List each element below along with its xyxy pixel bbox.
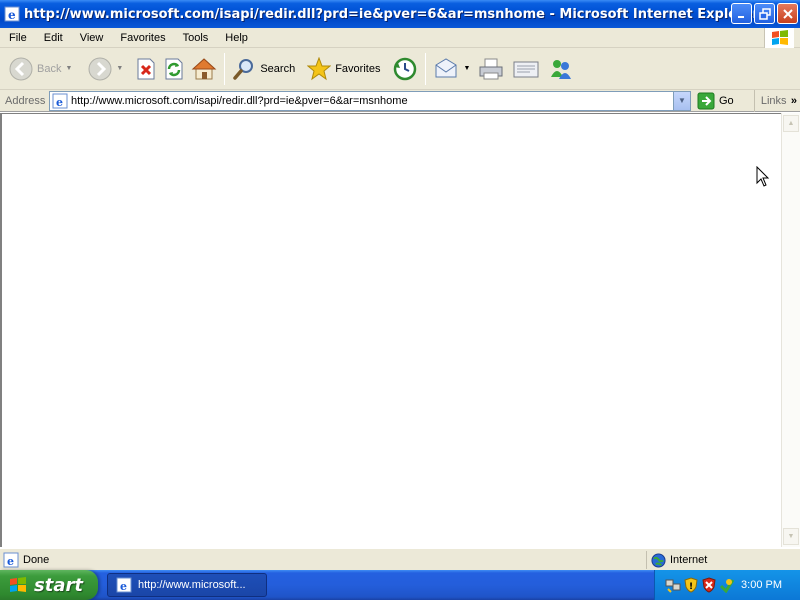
messenger-button[interactable]	[545, 51, 577, 87]
back-dropdown-icon[interactable]: ▼	[65, 65, 72, 72]
search-label: Search	[260, 62, 296, 75]
svg-text:e: e	[120, 580, 127, 593]
toolbar-separator	[425, 52, 427, 85]
security-zone: Internet	[646, 551, 800, 569]
restore-icon	[758, 7, 771, 20]
print-button[interactable]	[475, 51, 507, 87]
update-icon[interactable]	[719, 577, 735, 593]
windows-flag-icon	[771, 30, 788, 45]
close-icon	[782, 8, 793, 19]
security-alert-icon[interactable]	[701, 577, 717, 593]
status-bar: e Done Internet	[0, 548, 800, 570]
window-title: http://www.microsoft.com/isapi/redir.dll…	[24, 6, 759, 22]
start-label: start	[34, 574, 83, 596]
address-bar: Address e ▼ Go Links »	[0, 90, 800, 112]
svg-text:e: e	[8, 8, 16, 22]
svg-text:e: e	[56, 96, 63, 109]
favorites-label: Favorites	[335, 62, 381, 75]
address-label: Address	[5, 94, 46, 107]
minimize-icon	[737, 15, 744, 18]
links-label: Links	[760, 95, 787, 107]
links-toolbar[interactable]: Links »	[753, 90, 800, 112]
edit-document-icon	[513, 61, 539, 77]
menu-file[interactable]: File	[0, 32, 35, 44]
mail-icon	[435, 57, 457, 77]
globe-icon	[651, 552, 666, 568]
svg-text:!: !	[689, 582, 693, 592]
chevron-right-icon[interactable]: »	[791, 95, 797, 107]
start-button[interactable]: start	[0, 570, 98, 600]
ie-icon: e	[4, 6, 20, 22]
back-arrow-icon	[9, 57, 33, 80]
menu-view[interactable]: View	[71, 32, 112, 44]
security-shield-icon[interactable]: !	[683, 577, 699, 593]
address-dropdown-icon[interactable]: ▼	[673, 91, 690, 110]
toolbar-separator	[224, 52, 226, 85]
printer-icon	[479, 58, 503, 79]
menu-bar: File Edit View Favorites Tools Help	[0, 28, 800, 48]
windows-logo	[764, 28, 794, 48]
menu-favorites[interactable]: Favorites	[111, 32, 173, 44]
status-text: Done	[23, 553, 50, 566]
refresh-icon	[165, 58, 183, 79]
menu-edit[interactable]: Edit	[35, 32, 71, 44]
windows-flag-icon	[10, 577, 26, 592]
go-arrow-icon	[697, 92, 715, 109]
network-icon[interactable]	[665, 577, 681, 593]
title-bar[interactable]: e http://www.microsoft.com/isapi/redir.d…	[0, 0, 800, 28]
search-icon	[233, 58, 254, 80]
forward-arrow-icon	[88, 57, 112, 80]
page-icon: e	[52, 93, 68, 109]
address-field[interactable]: e ▼	[49, 90, 691, 111]
mail-button[interactable]: ▼	[430, 51, 473, 87]
page-done-icon: e	[3, 552, 19, 568]
maximize-button[interactable]	[754, 3, 775, 24]
favorites-star-icon	[307, 56, 332, 80]
back-label: Back	[37, 62, 62, 75]
home-icon	[192, 57, 217, 79]
task-label: http://www.microsoft...	[138, 579, 246, 591]
scroll-down-icon[interactable]: ▼	[783, 528, 799, 545]
standard-toolbar: Back ▼ ▼ Search Favorites ▼	[0, 48, 800, 90]
scroll-up-icon[interactable]: ▲	[783, 115, 799, 132]
zone-label: Internet	[670, 554, 708, 566]
forward-button[interactable]: ▼	[85, 51, 126, 87]
vertical-scrollbar[interactable]: ▲ ▼	[781, 113, 800, 547]
address-input[interactable]	[71, 92, 671, 109]
svg-text:e: e	[7, 555, 14, 568]
search-button[interactable]: Search	[229, 51, 298, 87]
page-content[interactable]	[0, 113, 783, 547]
stop-button[interactable]	[132, 51, 160, 87]
menu-help[interactable]: Help	[216, 32, 256, 44]
taskbar: start e http://www.microsoft... ! 3:00 P…	[0, 570, 800, 600]
history-icon	[394, 57, 417, 80]
messenger-icon	[551, 59, 572, 79]
system-tray: ! 3:00 PM	[654, 570, 800, 600]
taskbar-ie-window[interactable]: e http://www.microsoft...	[107, 573, 267, 597]
go-button[interactable]: Go	[697, 92, 734, 110]
mouse-cursor-icon	[756, 166, 770, 187]
history-button[interactable]	[389, 51, 421, 87]
go-label: Go	[719, 94, 734, 107]
back-button[interactable]: Back ▼	[6, 51, 75, 87]
close-button[interactable]	[777, 3, 798, 24]
favorites-button[interactable]: Favorites	[304, 51, 383, 87]
edit-button[interactable]	[509, 51, 543, 87]
stop-icon	[137, 58, 155, 79]
clock: 3:00 PM	[741, 579, 782, 591]
refresh-button[interactable]	[160, 51, 188, 87]
forward-dropdown-icon[interactable]: ▼	[116, 65, 123, 72]
minimize-button[interactable]	[731, 3, 752, 24]
home-button[interactable]	[188, 51, 220, 87]
mail-dropdown-icon[interactable]: ▼	[463, 65, 470, 72]
menu-tools[interactable]: Tools	[174, 32, 217, 44]
ie-icon: e	[116, 577, 132, 593]
